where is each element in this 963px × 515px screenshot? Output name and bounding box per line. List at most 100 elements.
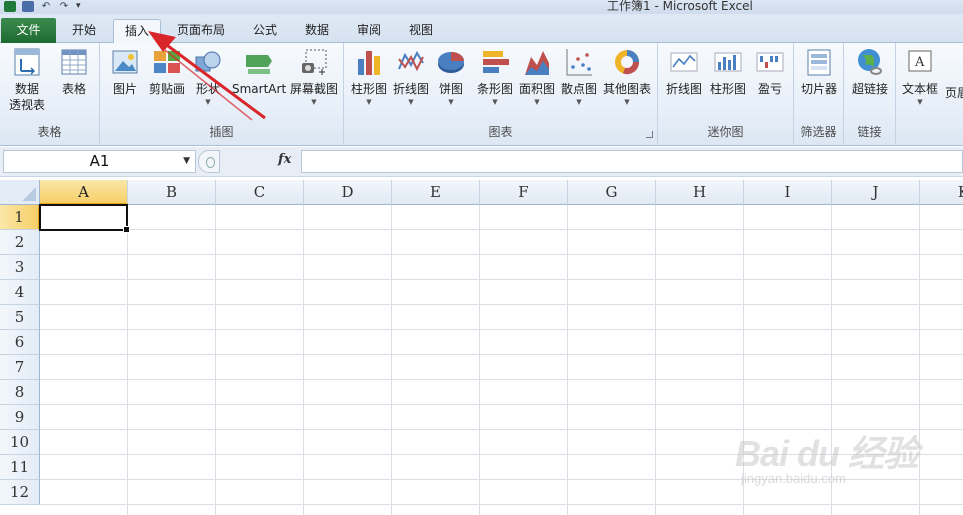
- shapes-button[interactable]: 形状 ▼: [190, 47, 226, 107]
- column-chart-icon: [355, 47, 383, 77]
- other-charts-button[interactable]: 其他图表 ▼: [600, 47, 654, 107]
- bar-chart-button[interactable]: 条形图 ▼: [474, 47, 516, 107]
- tab-review[interactable]: 审阅: [345, 19, 393, 43]
- group-charts: 柱形图 ▼ 折线图 ▼ 饼图 ▼ 条形图 ▼ 面积图 ▼ 散点图 ▼ 其他图表 …: [344, 43, 658, 144]
- name-box[interactable]: A1 ▼: [3, 150, 196, 173]
- column-header-b[interactable]: B: [128, 180, 216, 205]
- grid-hline: [40, 304, 963, 305]
- textbox-button[interactable]: A 文本框 ▼: [900, 47, 940, 107]
- row-header-8[interactable]: 8: [0, 380, 40, 405]
- smartart-button[interactable]: SmartArt: [232, 47, 286, 97]
- column-header-c[interactable]: C: [216, 180, 304, 205]
- charts-dialog-launcher-icon[interactable]: [646, 131, 653, 138]
- tab-file[interactable]: 文件: [1, 18, 56, 43]
- column-header-j[interactable]: J: [832, 180, 920, 205]
- redo-icon[interactable]: ↷: [58, 1, 70, 12]
- group-label-charts: 图表: [488, 125, 513, 139]
- row-header-7[interactable]: 7: [0, 355, 40, 380]
- line-chart-icon: [397, 47, 425, 77]
- row-header-10[interactable]: 10: [0, 430, 40, 455]
- textbox-icon: A: [906, 47, 934, 77]
- column-header-g[interactable]: G: [568, 180, 656, 205]
- sparkline-column-button[interactable]: 柱形图: [706, 47, 750, 97]
- column-header-f[interactable]: F: [480, 180, 568, 205]
- row-header-1[interactable]: 1: [0, 205, 40, 230]
- group-filter: 切片器 筛选器: [794, 43, 844, 144]
- sparkline-column-icon: [714, 47, 742, 77]
- ribbon-tabs: 文件 开始 插入 页面布局 公式 数据 审阅 视图: [0, 14, 963, 44]
- bar-chart-icon: [481, 47, 509, 77]
- row-header-3[interactable]: 3: [0, 255, 40, 280]
- name-box-dropdown-icon[interactable]: ▼: [183, 151, 190, 172]
- area-chart-button[interactable]: 面积图 ▼: [516, 47, 558, 107]
- row-header-2[interactable]: 2: [0, 230, 40, 255]
- shapes-dropdown-icon: ▼: [205, 98, 211, 106]
- row-header-4[interactable]: 4: [0, 280, 40, 305]
- group-label-links: 链接: [857, 125, 882, 139]
- column-header-e[interactable]: E: [392, 180, 480, 205]
- header-footer-button[interactable]: 页眉: [942, 85, 963, 101]
- group-tables: 数据 透视表 表格 表格: [0, 43, 100, 144]
- grid-hline: [40, 279, 963, 280]
- pivot-table-button[interactable]: 数据 透视表: [4, 47, 50, 113]
- grid-hline: [40, 379, 963, 380]
- column-header-d[interactable]: D: [304, 180, 392, 205]
- table-button[interactable]: 表格: [54, 47, 94, 97]
- grid-vline: [479, 205, 480, 515]
- scatter-chart-button[interactable]: 散点图 ▼: [558, 47, 600, 107]
- pie-chart-icon: [437, 47, 465, 77]
- row-header-5[interactable]: 5: [0, 305, 40, 330]
- picture-button[interactable]: 图片: [106, 47, 144, 97]
- svg-text:A: A: [914, 55, 925, 70]
- row-header-6[interactable]: 6: [0, 330, 40, 355]
- group-label-filter: 筛选器: [800, 125, 837, 139]
- tab-view[interactable]: 视图: [397, 19, 445, 43]
- group-links: 超链接 链接: [844, 43, 896, 144]
- tab-data[interactable]: 数据: [293, 19, 341, 43]
- pie-chart-button[interactable]: 饼图 ▼: [434, 47, 468, 107]
- row-header-11[interactable]: 11: [0, 455, 40, 480]
- quick-access-toolbar: ↶ ↷ ▾: [4, 0, 81, 12]
- sparkline-winloss-icon: [756, 47, 784, 77]
- customize-qat-icon[interactable]: ▾: [76, 1, 81, 12]
- slicer-button[interactable]: 切片器: [797, 47, 841, 97]
- excel-app-icon[interactable]: [4, 0, 16, 12]
- grid-hline: [40, 504, 963, 505]
- save-icon[interactable]: [22, 0, 34, 12]
- column-header-i[interactable]: I: [744, 180, 832, 205]
- screenshot-button[interactable]: 屏幕截图 ▼: [288, 47, 340, 107]
- tab-insert[interactable]: 插入: [113, 19, 161, 44]
- tab-page-layout[interactable]: 页面布局: [167, 19, 235, 43]
- grid-vline: [391, 205, 392, 515]
- sparkline-winloss-button[interactable]: 盈亏: [750, 47, 790, 97]
- line-chart-button[interactable]: 折线图 ▼: [390, 47, 432, 107]
- formula-expand-icon[interactable]: [198, 150, 220, 173]
- grid-vline: [655, 205, 656, 515]
- grid-vline: [127, 205, 128, 515]
- row-header-9[interactable]: 9: [0, 405, 40, 430]
- grid-hline: [40, 254, 963, 255]
- clipart-icon: [153, 47, 181, 77]
- doughnut-chart-icon: [613, 47, 641, 77]
- column-header-k[interactable]: K: [920, 180, 963, 205]
- hyperlink-button[interactable]: 超链接: [847, 47, 893, 97]
- group-label-sparklines: 迷你图: [707, 125, 744, 139]
- window-title: 工作簿1 - Microsoft Excel: [607, 0, 753, 13]
- shapes-icon: [194, 47, 222, 77]
- active-cell[interactable]: [39, 204, 130, 233]
- tab-formulas[interactable]: 公式: [241, 19, 289, 43]
- clipart-button[interactable]: 剪贴画: [146, 47, 188, 97]
- row-header-12[interactable]: 12: [0, 480, 40, 505]
- column-header-a[interactable]: A: [40, 180, 128, 205]
- column-header-h[interactable]: H: [656, 180, 744, 205]
- group-sparklines: 折线图 柱形图 盈亏 迷你图: [658, 43, 794, 144]
- insert-function-icon[interactable]: fx: [278, 152, 291, 167]
- undo-icon[interactable]: ↶: [40, 1, 52, 12]
- slicer-icon: [805, 47, 833, 77]
- formula-input[interactable]: [301, 150, 963, 173]
- column-chart-button[interactable]: 柱形图 ▼: [348, 47, 390, 107]
- tab-home[interactable]: 开始: [60, 19, 108, 43]
- screenshot-dropdown-icon: ▼: [311, 98, 317, 106]
- sparkline-line-button[interactable]: 折线图: [662, 47, 706, 97]
- select-all-corner[interactable]: [0, 180, 40, 205]
